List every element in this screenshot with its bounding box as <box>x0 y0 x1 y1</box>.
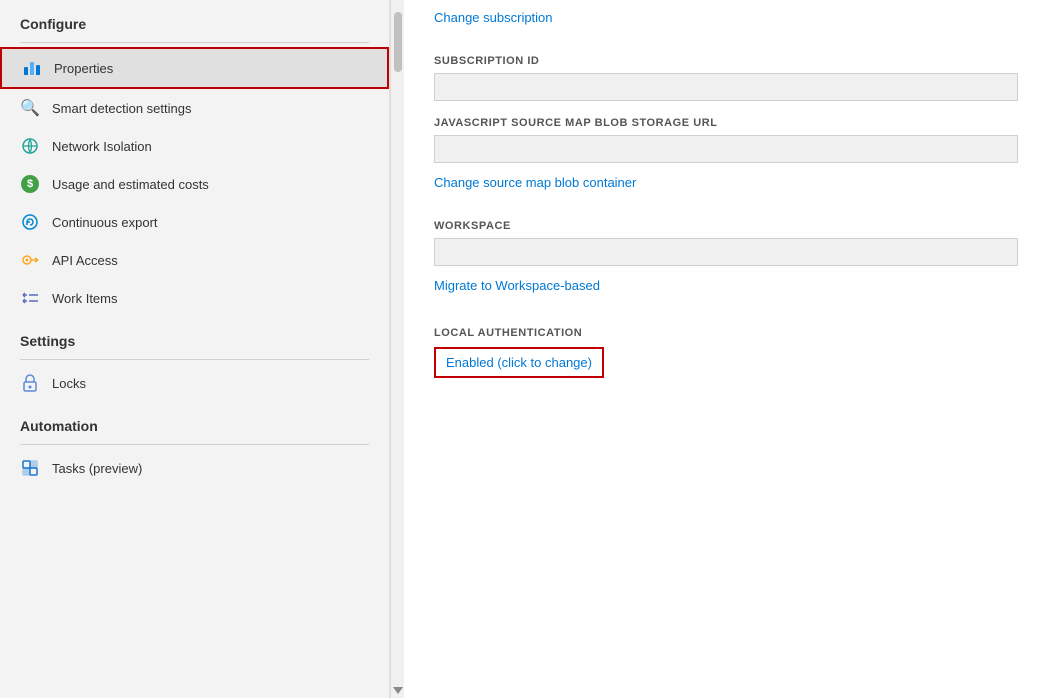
configure-divider <box>20 42 369 43</box>
workspace-input[interactable] <box>434 238 1018 266</box>
subscription-id-label: SUBSCRIPTION ID <box>434 55 1018 67</box>
change-subscription-link[interactable]: Change subscription <box>434 10 553 25</box>
sidebar-item-continuous-export-label: Continuous export <box>52 215 158 230</box>
sidebar-item-tasks[interactable]: Tasks (preview) <box>0 449 389 487</box>
sidebar-item-tasks-label: Tasks (preview) <box>52 461 142 476</box>
automation-divider <box>20 444 369 445</box>
scroll-arrow-down[interactable] <box>393 687 403 694</box>
subscription-id-input[interactable] <box>434 73 1018 101</box>
settings-divider <box>20 359 369 360</box>
local-auth-toggle[interactable]: Enabled (click to change) <box>434 347 604 378</box>
sidebar: Configure Properties 🔍 Smart detection s… <box>0 0 390 698</box>
js-source-input[interactable] <box>434 135 1018 163</box>
migrate-link[interactable]: Migrate to Workspace-based <box>434 278 600 293</box>
automation-section-title: Automation <box>0 402 389 440</box>
subscription-id-block: SUBSCRIPTION ID <box>434 55 1018 101</box>
local-auth-label: LOCAL AUTHENTICATION <box>434 327 1018 339</box>
sidebar-item-locks-label: Locks <box>52 376 86 391</box>
usage-costs-icon: $ <box>20 174 40 194</box>
js-source-block: JAVASCRIPT SOURCE MAP BLOB STORAGE URL C… <box>434 117 1018 204</box>
workspace-block: WORKSPACE Migrate to Workspace-based <box>434 220 1018 307</box>
sidebar-item-continuous-export[interactable]: Continuous export <box>0 203 389 241</box>
sidebar-item-api-access[interactable]: API Access <box>0 241 389 279</box>
continuous-export-icon <box>20 212 40 232</box>
configure-section-title: Configure <box>0 0 389 38</box>
workspace-label: WORKSPACE <box>434 220 1018 232</box>
scroll-thumb[interactable] <box>394 12 402 72</box>
scrollbar[interactable] <box>390 0 404 698</box>
sidebar-item-network-isolation-label: Network Isolation <box>52 139 152 154</box>
main-content: Change subscription SUBSCRIPTION ID JAVA… <box>404 0 1048 698</box>
sidebar-item-api-access-label: API Access <box>52 253 118 268</box>
sidebar-item-smart-detection-label: Smart detection settings <box>52 101 191 116</box>
network-isolation-icon <box>20 136 40 156</box>
api-access-icon <box>20 250 40 270</box>
sidebar-item-smart-detection[interactable]: 🔍 Smart detection settings <box>0 89 389 127</box>
sidebar-item-properties-label: Properties <box>54 61 113 76</box>
locks-icon <box>20 373 40 393</box>
sidebar-item-locks[interactable]: Locks <box>0 364 389 402</box>
tasks-icon <box>20 458 40 478</box>
sidebar-item-properties[interactable]: Properties <box>0 47 389 89</box>
change-subscription-block: Change subscription <box>434 10 1018 39</box>
sidebar-item-network-isolation[interactable]: Network Isolation <box>0 127 389 165</box>
properties-icon <box>22 58 42 78</box>
local-auth-value[interactable]: Enabled (click to change) <box>446 355 592 370</box>
sidebar-item-work-items[interactable]: Work Items <box>0 279 389 317</box>
work-items-icon <box>20 288 40 308</box>
settings-section-title: Settings <box>0 317 389 355</box>
js-source-label: JAVASCRIPT SOURCE MAP BLOB STORAGE URL <box>434 117 1018 129</box>
local-auth-block: LOCAL AUTHENTICATION Enabled (click to c… <box>434 327 1018 378</box>
sidebar-item-work-items-label: Work Items <box>52 291 118 306</box>
change-source-link[interactable]: Change source map blob container <box>434 175 636 190</box>
smart-detection-icon: 🔍 <box>20 98 40 118</box>
sidebar-item-usage-costs[interactable]: $ Usage and estimated costs <box>0 165 389 203</box>
sidebar-item-usage-costs-label: Usage and estimated costs <box>52 177 209 192</box>
